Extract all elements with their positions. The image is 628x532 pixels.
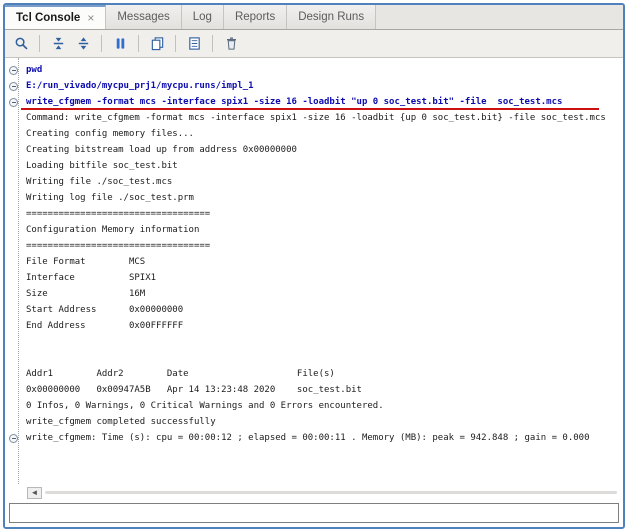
report-button[interactable] (183, 33, 205, 55)
console-line-text: 0 Infos, 0 Warnings, 0 Critical Warnings… (26, 401, 384, 411)
command-input-row (5, 501, 623, 527)
console-line: Size 16M (5, 286, 623, 302)
console-line: ================================== (5, 206, 623, 222)
console-line-text (26, 353, 31, 363)
console-line: Writing log file ./soc_test.prm (5, 190, 623, 206)
toolbar-separator (175, 35, 176, 52)
console-line-text: Addr1 Addr2 Date File(s) (26, 369, 335, 379)
console-line-text: ================================== (26, 209, 210, 219)
search-button[interactable] (10, 33, 32, 55)
tab-messages[interactable]: Messages (106, 5, 181, 29)
tab-label: Design Runs (298, 11, 364, 23)
console-line-text: Creating bitstream load up from address … (26, 145, 297, 155)
horizontal-scrollbar: ◄ (5, 484, 623, 501)
console-line-text: End Address 0x00FFFFFF (26, 321, 183, 331)
tab-label: Log (193, 11, 212, 23)
report-icon (187, 36, 202, 51)
tab-design-runs[interactable]: Design Runs (287, 5, 376, 29)
close-icon[interactable]: × (87, 12, 94, 24)
console-line-text: Size 16M (26, 289, 145, 299)
expand-all-button[interactable] (72, 33, 94, 55)
console-output: pwd E:/run_vivado/mycpu_prj1/mycpu.runs/i… (5, 58, 623, 484)
console-line: 0x00000000 0x00947A5B Apr 14 13:23:48 20… (5, 382, 623, 398)
console-line-text: pwd (26, 65, 42, 75)
toolbar-separator (212, 35, 213, 52)
console-line: pwd (5, 62, 623, 78)
console-line: Loading bitfile soc_test.bit (5, 158, 623, 174)
console-line: write_cfgmem -format mcs -interface spix… (5, 94, 623, 110)
copy-icon (150, 36, 165, 51)
console-line: Addr1 Addr2 Date File(s) (5, 366, 623, 382)
tab-label: Reports (235, 11, 275, 23)
tab-log[interactable]: Log (182, 5, 224, 29)
console-line-text: Command: write_cfgmem -format mcs -inter… (26, 113, 606, 123)
console-line-text: E:/run_vivado/mycpu_prj1/mycpu.runs/impl… (26, 81, 254, 91)
toolbar-separator (39, 35, 40, 52)
console-line-text: write_cfgmem: Time (s): cpu = 00:00:12 ;… (26, 433, 590, 443)
search-icon (14, 36, 29, 51)
console-line: Start Address 0x00000000 (5, 302, 623, 318)
console-line: ================================== (5, 238, 623, 254)
console-line: Configuration Memory information (5, 222, 623, 238)
tab-label: Messages (117, 11, 169, 23)
trash-icon (224, 36, 239, 51)
collapse-toggle-icon[interactable] (9, 66, 18, 75)
collapse-toggle-icon[interactable] (9, 434, 18, 443)
collapse-all-icon (51, 36, 66, 51)
pause-button[interactable] (109, 33, 131, 55)
collapse-toggle-icon[interactable] (9, 98, 18, 107)
tab-tcl-console[interactable]: Tcl Console × (5, 5, 106, 29)
tcl-console-panel: Tcl Console × Messages Log Reports Design Run… (3, 3, 625, 529)
tab-bar: Tcl Console × Messages Log Reports Design Run… (5, 5, 623, 30)
console-line: Creating config memory files... (5, 126, 623, 142)
console-line (5, 334, 623, 350)
console-line: Command: write_cfgmem -format mcs -inter… (5, 110, 623, 126)
toolbar-separator (101, 35, 102, 52)
console-line-text: Creating config memory files... (26, 129, 194, 139)
console-line-text: write_cfgmem -format mcs -interface spix… (26, 97, 562, 107)
console-line-text: Configuration Memory information (26, 225, 199, 235)
tab-label: Tcl Console (16, 12, 80, 24)
console-line: File Format MCS (5, 254, 623, 270)
console-line (5, 350, 623, 366)
copy-button[interactable] (146, 33, 168, 55)
console-line: Interface SPIX1 (5, 270, 623, 286)
collapse-toggle-icon[interactable] (9, 82, 18, 91)
trash-button[interactable] (220, 33, 242, 55)
console-line: write_cfgmem: Time (s): cpu = 00:00:12 ;… (5, 430, 623, 446)
command-input[interactable] (9, 503, 619, 523)
console-line-text: File Format MCS (26, 257, 145, 267)
tab-reports[interactable]: Reports (224, 5, 287, 29)
toolbar-separator (138, 35, 139, 52)
console-line-text: ================================== (26, 241, 210, 251)
console-line: End Address 0x00FFFFFF (5, 318, 623, 334)
console-line: E:/run_vivado/mycpu_prj1/mycpu.runs/impl… (5, 78, 623, 94)
console-line: 0 Infos, 0 Warnings, 0 Critical Warnings… (5, 398, 623, 414)
collapse-all-button[interactable] (47, 33, 69, 55)
console-line-text: Start Address 0x00000000 (26, 305, 183, 315)
scroll-left-icon: ◄ (31, 488, 39, 497)
console-line-text (26, 337, 31, 347)
pause-icon (113, 36, 128, 51)
console-line-text: Loading bitfile soc_test.bit (26, 161, 178, 171)
console-line-text: write_cfgmem completed successfully (26, 417, 216, 427)
toolbar (5, 30, 623, 58)
console-line-text: 0x00000000 0x00947A5B Apr 14 13:23:48 20… (26, 385, 362, 395)
console-line: write_cfgmem completed successfully (5, 414, 623, 430)
scrollbar-track[interactable] (45, 491, 617, 494)
console-line: Creating bitstream load up from address … (5, 142, 623, 158)
scroll-left-button[interactable]: ◄ (27, 487, 42, 499)
console-line-text: Interface SPIX1 (26, 273, 156, 283)
console-line: Writing file ./soc_test.mcs (5, 174, 623, 190)
expand-all-icon (76, 36, 91, 51)
console-line-text: Writing log file ./soc_test.prm (26, 193, 194, 203)
console-line-text: Writing file ./soc_test.mcs (26, 177, 172, 187)
